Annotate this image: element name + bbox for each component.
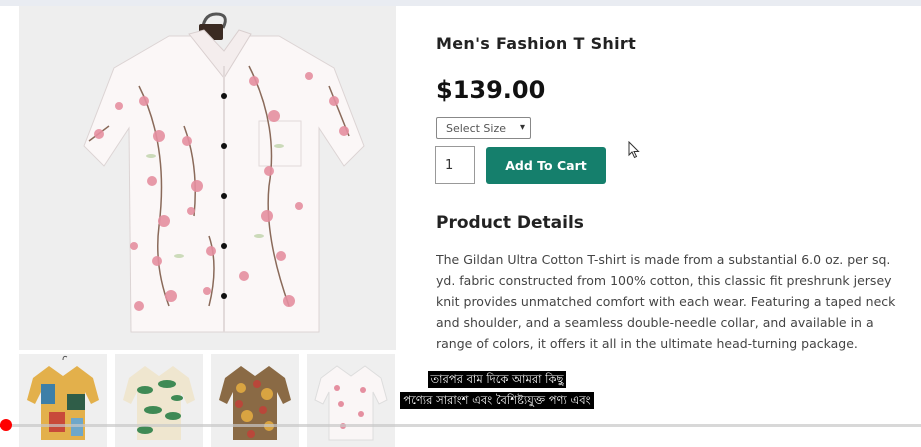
product-details-heading: Product Details <box>436 213 584 233</box>
video-caption: তারপর বাম দিকে আমরা কিছু পণ্যের সারাংশ এ… <box>379 368 615 410</box>
product-description: The Gildan Ultra Cotton T-shirt is made … <box>436 252 896 351</box>
thumbnail-multicolor-print-shirt[interactable] <box>19 354 107 447</box>
main-product-image[interactable] <box>19 6 396 350</box>
quantity-input[interactable]: 1 <box>435 146 475 184</box>
size-select[interactable]: Select Size ▾ <box>436 117 531 139</box>
video-scrubber-handle[interactable] <box>0 419 12 431</box>
mouse-cursor-icon <box>628 141 640 159</box>
thumbnail-strip <box>19 354 396 447</box>
floral-shirt-illustration <box>19 6 396 350</box>
video-progress-bar[interactable] <box>0 419 921 431</box>
size-select-value: Select Size <box>446 121 507 135</box>
caption-line-1: তারপর বাম দিকে আমরা কিছু <box>427 371 567 388</box>
brown-floral-shirt-illustration <box>219 366 291 440</box>
product-title: Men's Fashion T Shirt <box>436 34 637 53</box>
chevron-down-icon: ▾ <box>519 122 525 133</box>
product-price: $139.00 <box>436 76 546 104</box>
thumbnail-green-leaf-shirt[interactable] <box>115 354 203 447</box>
multicolor-shirt-illustration <box>27 355 99 440</box>
thumbnail-brown-floral-shirt[interactable] <box>211 354 299 447</box>
caption-line-2: পণ্যের সারাংশ এবং বৈশিষ্ট্যযুক্ত পণ্য এব… <box>400 392 594 409</box>
green-leaf-shirt-illustration <box>123 366 195 440</box>
add-to-cart-button[interactable]: Add To Cart <box>486 147 606 184</box>
